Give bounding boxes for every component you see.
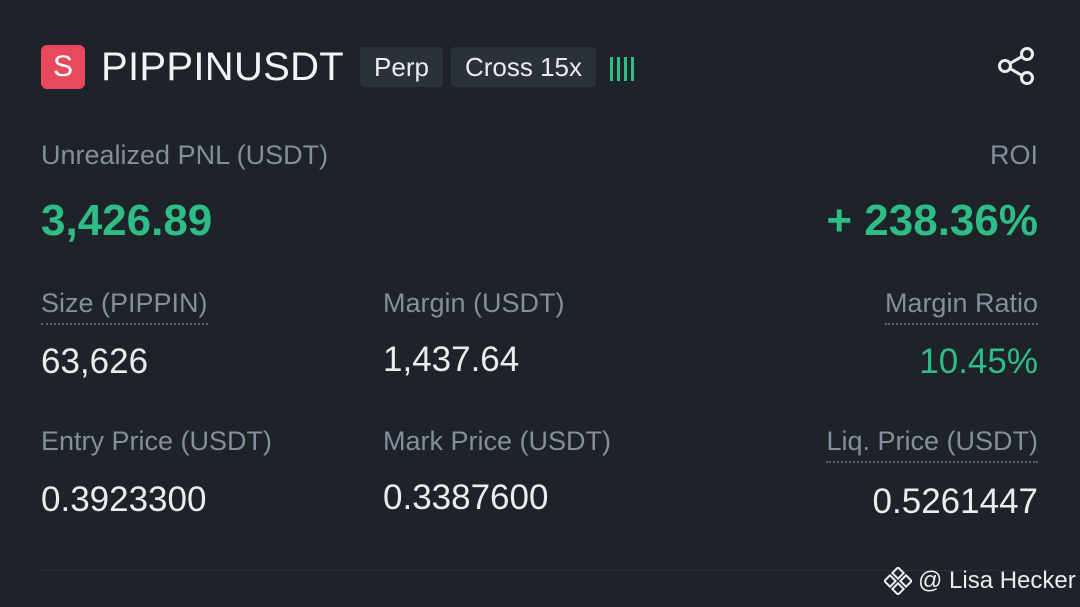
perp-tag: Perp bbox=[360, 47, 443, 87]
margin-ratio-label[interactable]: Margin Ratio bbox=[884, 288, 1038, 325]
share-icon[interactable] bbox=[996, 46, 1038, 86]
entry-price-value: 0.3923300 bbox=[41, 480, 207, 519]
roi-value: + 238.36% bbox=[826, 196, 1038, 245]
unrealized-pnl-label: Unrealized PNL (USDT) bbox=[41, 140, 329, 170]
symbol-title[interactable]: PIPPINUSDT bbox=[101, 45, 344, 90]
mark-price-label: Mark Price (USDT) bbox=[383, 426, 611, 456]
size-value: 63,626 bbox=[41, 342, 149, 381]
coin-badge: S bbox=[41, 45, 85, 89]
roi-label: ROI bbox=[989, 140, 1038, 170]
watermark: @ Lisa Hecker bbox=[884, 566, 1076, 596]
binance-logo-icon bbox=[884, 567, 912, 595]
entry-price-label: Entry Price (USDT) bbox=[41, 426, 273, 456]
mark-price-value: 0.3387600 bbox=[383, 478, 549, 517]
adl-indicator-icon bbox=[610, 53, 635, 81]
margin-label: Margin (USDT) bbox=[383, 288, 565, 318]
position-header: S PIPPINUSDT Perp Cross 15x bbox=[41, 44, 635, 90]
margin-value: 1,437.64 bbox=[383, 340, 520, 379]
margin-ratio-value: 10.45% bbox=[919, 342, 1038, 381]
cross-leverage-tag[interactable]: Cross 15x bbox=[450, 47, 597, 87]
liq-price-label[interactable]: Liq. Price (USDT) bbox=[826, 426, 1038, 463]
size-label[interactable]: Size (PIPPIN) bbox=[41, 288, 208, 325]
unrealized-pnl-value: 3,426.89 bbox=[41, 196, 213, 245]
watermark-text: @ Lisa Hecker bbox=[918, 567, 1076, 594]
liq-price-value: 0.5261447 bbox=[872, 482, 1038, 521]
